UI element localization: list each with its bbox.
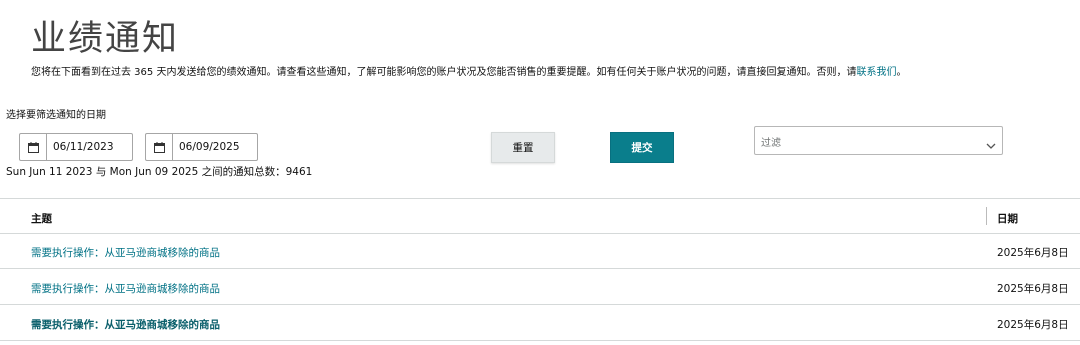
end-date-picker[interactable]: 06/09/2025 <box>145 133 258 161</box>
calendar-icon[interactable] <box>20 134 47 160</box>
filter-dropdown[interactable]: 过滤 <box>754 126 1003 155</box>
notification-subject-link[interactable]: 需要执行操作：从亚马逊商城移除的商品 <box>31 245 220 260</box>
notification-date: 2025年6月8日 <box>997 319 1069 331</box>
notification-subject-link[interactable]: 需要执行操作：从亚马逊商城移除的商品 <box>31 317 220 332</box>
intro-text: 您将在下面看到在过去 365 天内发送给您的绩效通知。请查看这些通知，了解可能影… <box>31 63 906 78</box>
date-filter-label: 选择要筛选通知的日期 <box>6 110 106 121</box>
row-divider <box>0 304 1080 305</box>
notification-date: 2025年6月8日 <box>997 247 1069 259</box>
column-header-subject[interactable]: 主题 <box>31 211 52 226</box>
column-divider <box>986 207 987 225</box>
end-date-input[interactable]: 06/09/2025 <box>173 141 240 153</box>
filter-placeholder: 过滤 <box>761 138 781 149</box>
notification-date: 2025年6月8日 <box>997 283 1069 295</box>
calendar-icon[interactable] <box>146 134 173 160</box>
notification-subject-link[interactable]: 需要执行操作：从亚马逊商城移除的商品 <box>31 281 220 296</box>
chevron-down-icon <box>986 135 996 154</box>
intro-body: 您将在下面看到在过去 365 天内发送给您的绩效通知。请查看这些通知，了解可能影… <box>31 67 857 78</box>
row-divider <box>0 268 1080 269</box>
contact-us-link[interactable]: 联系我们 <box>856 67 896 78</box>
notification-count: Sun Jun 11 2023 与 Mon Jun 09 2025 之间的通知总… <box>6 166 313 178</box>
table-top-divider <box>0 198 1080 199</box>
header-divider <box>0 233 1080 234</box>
page-title: 业绩通知 <box>31 19 180 59</box>
start-date-picker[interactable]: 06/11/2023 <box>19 133 133 161</box>
intro-end: 。 <box>896 67 907 78</box>
reset-button[interactable]: 重置 <box>491 132 555 163</box>
column-header-date[interactable]: 日期 <box>997 211 1018 226</box>
row-divider <box>0 340 1080 341</box>
start-date-input[interactable]: 06/11/2023 <box>47 141 114 153</box>
submit-button[interactable]: 提交 <box>610 132 674 163</box>
